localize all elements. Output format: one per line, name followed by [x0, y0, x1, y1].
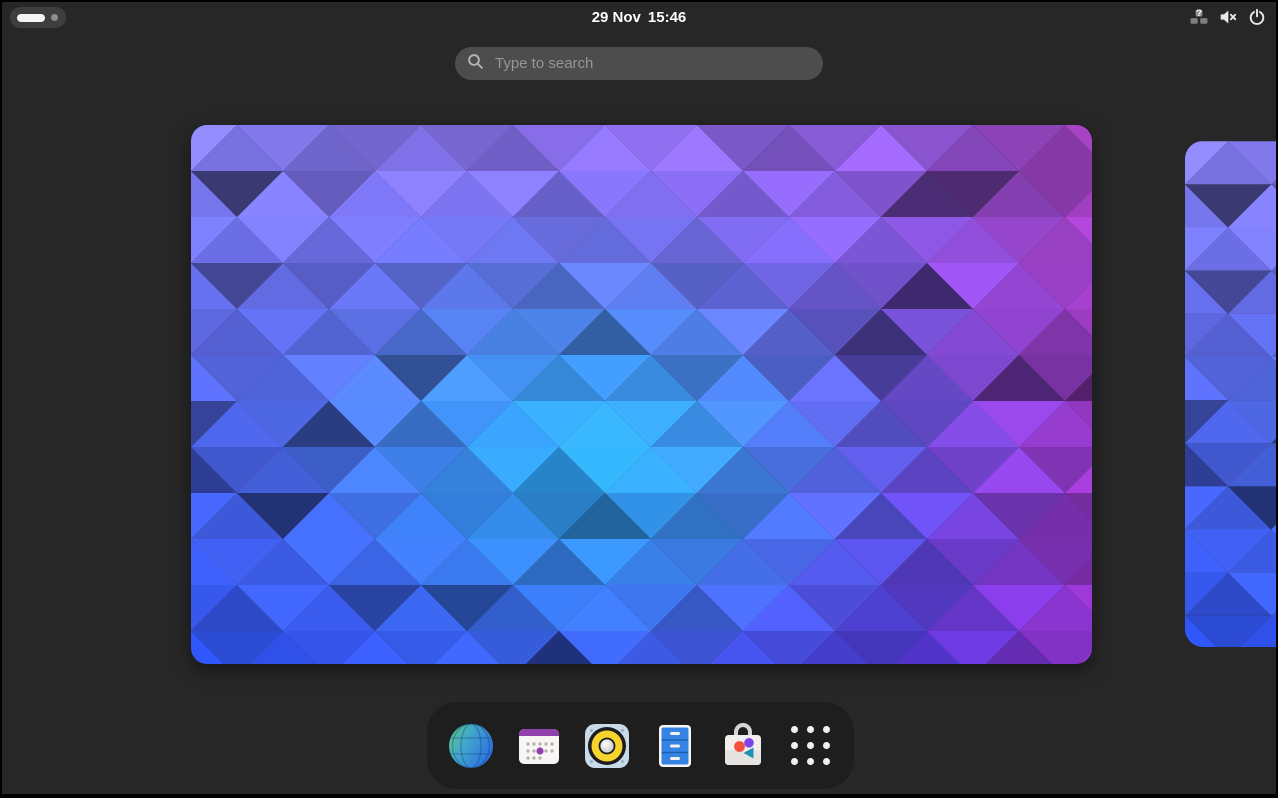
power-icon[interactable]: [1248, 8, 1266, 26]
search-input[interactable]: [493, 54, 811, 73]
show-apps-grid-icon: [791, 726, 830, 765]
network-unknown-icon[interactable]: ?: [1190, 8, 1208, 26]
wallpaper-2: [1185, 141, 1278, 647]
web-browser-icon: [447, 722, 495, 770]
dock-item-files[interactable]: [651, 722, 699, 770]
gnome-activities-overview: 29 Nov 15:46 ?: [0, 0, 1278, 798]
search-entry[interactable]: [455, 47, 823, 80]
workspace-thumbnail-1[interactable]: [191, 125, 1092, 664]
calendar-icon: [515, 722, 563, 770]
dock-item-calendar[interactable]: [515, 722, 563, 770]
quick-settings-area[interactable]: ?: [1190, 2, 1266, 32]
file-cabinet-icon: [651, 722, 699, 770]
dock-item-show-apps[interactable]: [787, 722, 835, 770]
dash: [427, 702, 854, 789]
volume-muted-icon[interactable]: [1219, 8, 1237, 26]
wallpaper-1: [191, 125, 1092, 664]
svg-text:?: ?: [1196, 8, 1202, 19]
speaker-icon: [582, 721, 632, 771]
top-bar: 29 Nov 15:46 ?: [2, 2, 1276, 32]
clock-time: 15:46: [648, 9, 686, 26]
dock-item-music-player[interactable]: [583, 722, 631, 770]
dock-item-web-browser[interactable]: [447, 722, 495, 770]
workspace-thumbnail-2[interactable]: [1185, 141, 1278, 647]
software-bag-icon: [718, 721, 768, 771]
clock-menu-button[interactable]: 29 Nov 15:46: [2, 2, 1276, 32]
search-icon: [467, 53, 484, 75]
clock-date: 29 Nov: [592, 9, 641, 26]
dock-item-software-store[interactable]: [719, 722, 767, 770]
search-row: [2, 47, 1276, 80]
